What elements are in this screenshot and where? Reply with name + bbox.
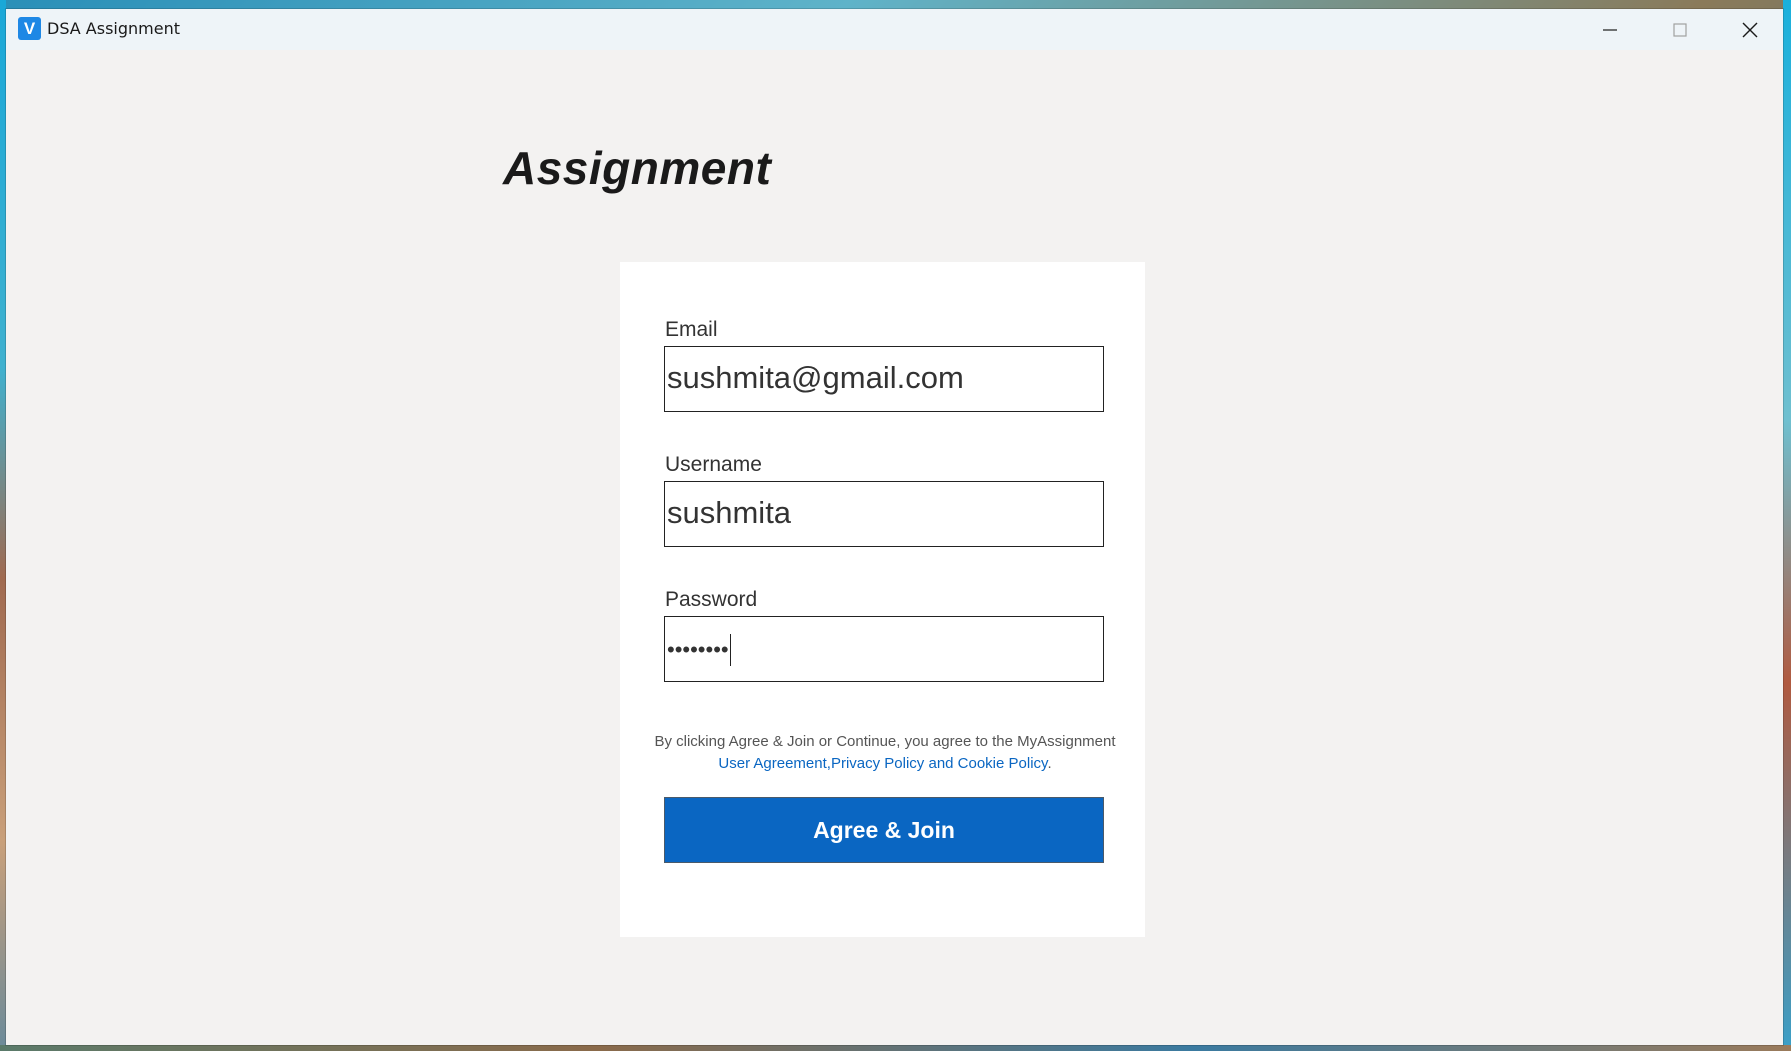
signup-card: Email sushmita@gmail.com Username sushmi… xyxy=(620,262,1145,937)
email-field[interactable]: sushmita@gmail.com xyxy=(664,346,1104,412)
close-button[interactable] xyxy=(1716,9,1784,50)
user-agreement-link[interactable]: User Agreement, xyxy=(718,755,831,772)
app-icon: V xyxy=(18,17,41,40)
username-label: Username xyxy=(665,453,762,476)
text-caret xyxy=(729,633,732,666)
agreement-period: . xyxy=(1047,755,1052,772)
agreement-text: By clicking Agree & Join or Continue, yo… xyxy=(654,733,1116,750)
close-icon xyxy=(1742,22,1758,37)
email-label: Email xyxy=(665,318,718,341)
desktop-wallpaper-bottom xyxy=(0,1045,1791,1051)
title-bar[interactable]: V DSA Assignment xyxy=(6,9,1783,50)
maximize-button[interactable] xyxy=(1646,9,1714,50)
minimize-icon xyxy=(1603,28,1617,31)
privacy-cookie-policy-link[interactable]: Privacy Policy and Cookie Policy xyxy=(831,755,1047,772)
desktop-wallpaper-right xyxy=(1783,0,1791,1051)
agreement-notice: By clicking Agree & Join or Continue, yo… xyxy=(650,731,1120,775)
username-field[interactable]: sushmita xyxy=(664,481,1104,547)
password-label: Password xyxy=(665,588,758,611)
agree-and-join-button[interactable]: Agree & Join xyxy=(664,797,1104,863)
password-masked-value: •••••••• xyxy=(667,636,729,662)
window-title: DSA Assignment xyxy=(47,19,181,38)
minimize-button[interactable] xyxy=(1576,9,1644,50)
app-window: V DSA Assignment Assignment Email sushmi… xyxy=(6,9,1783,1045)
page-title: Assignment xyxy=(503,142,772,194)
password-field[interactable]: •••••••• xyxy=(664,616,1104,682)
maximize-icon xyxy=(1673,22,1687,37)
